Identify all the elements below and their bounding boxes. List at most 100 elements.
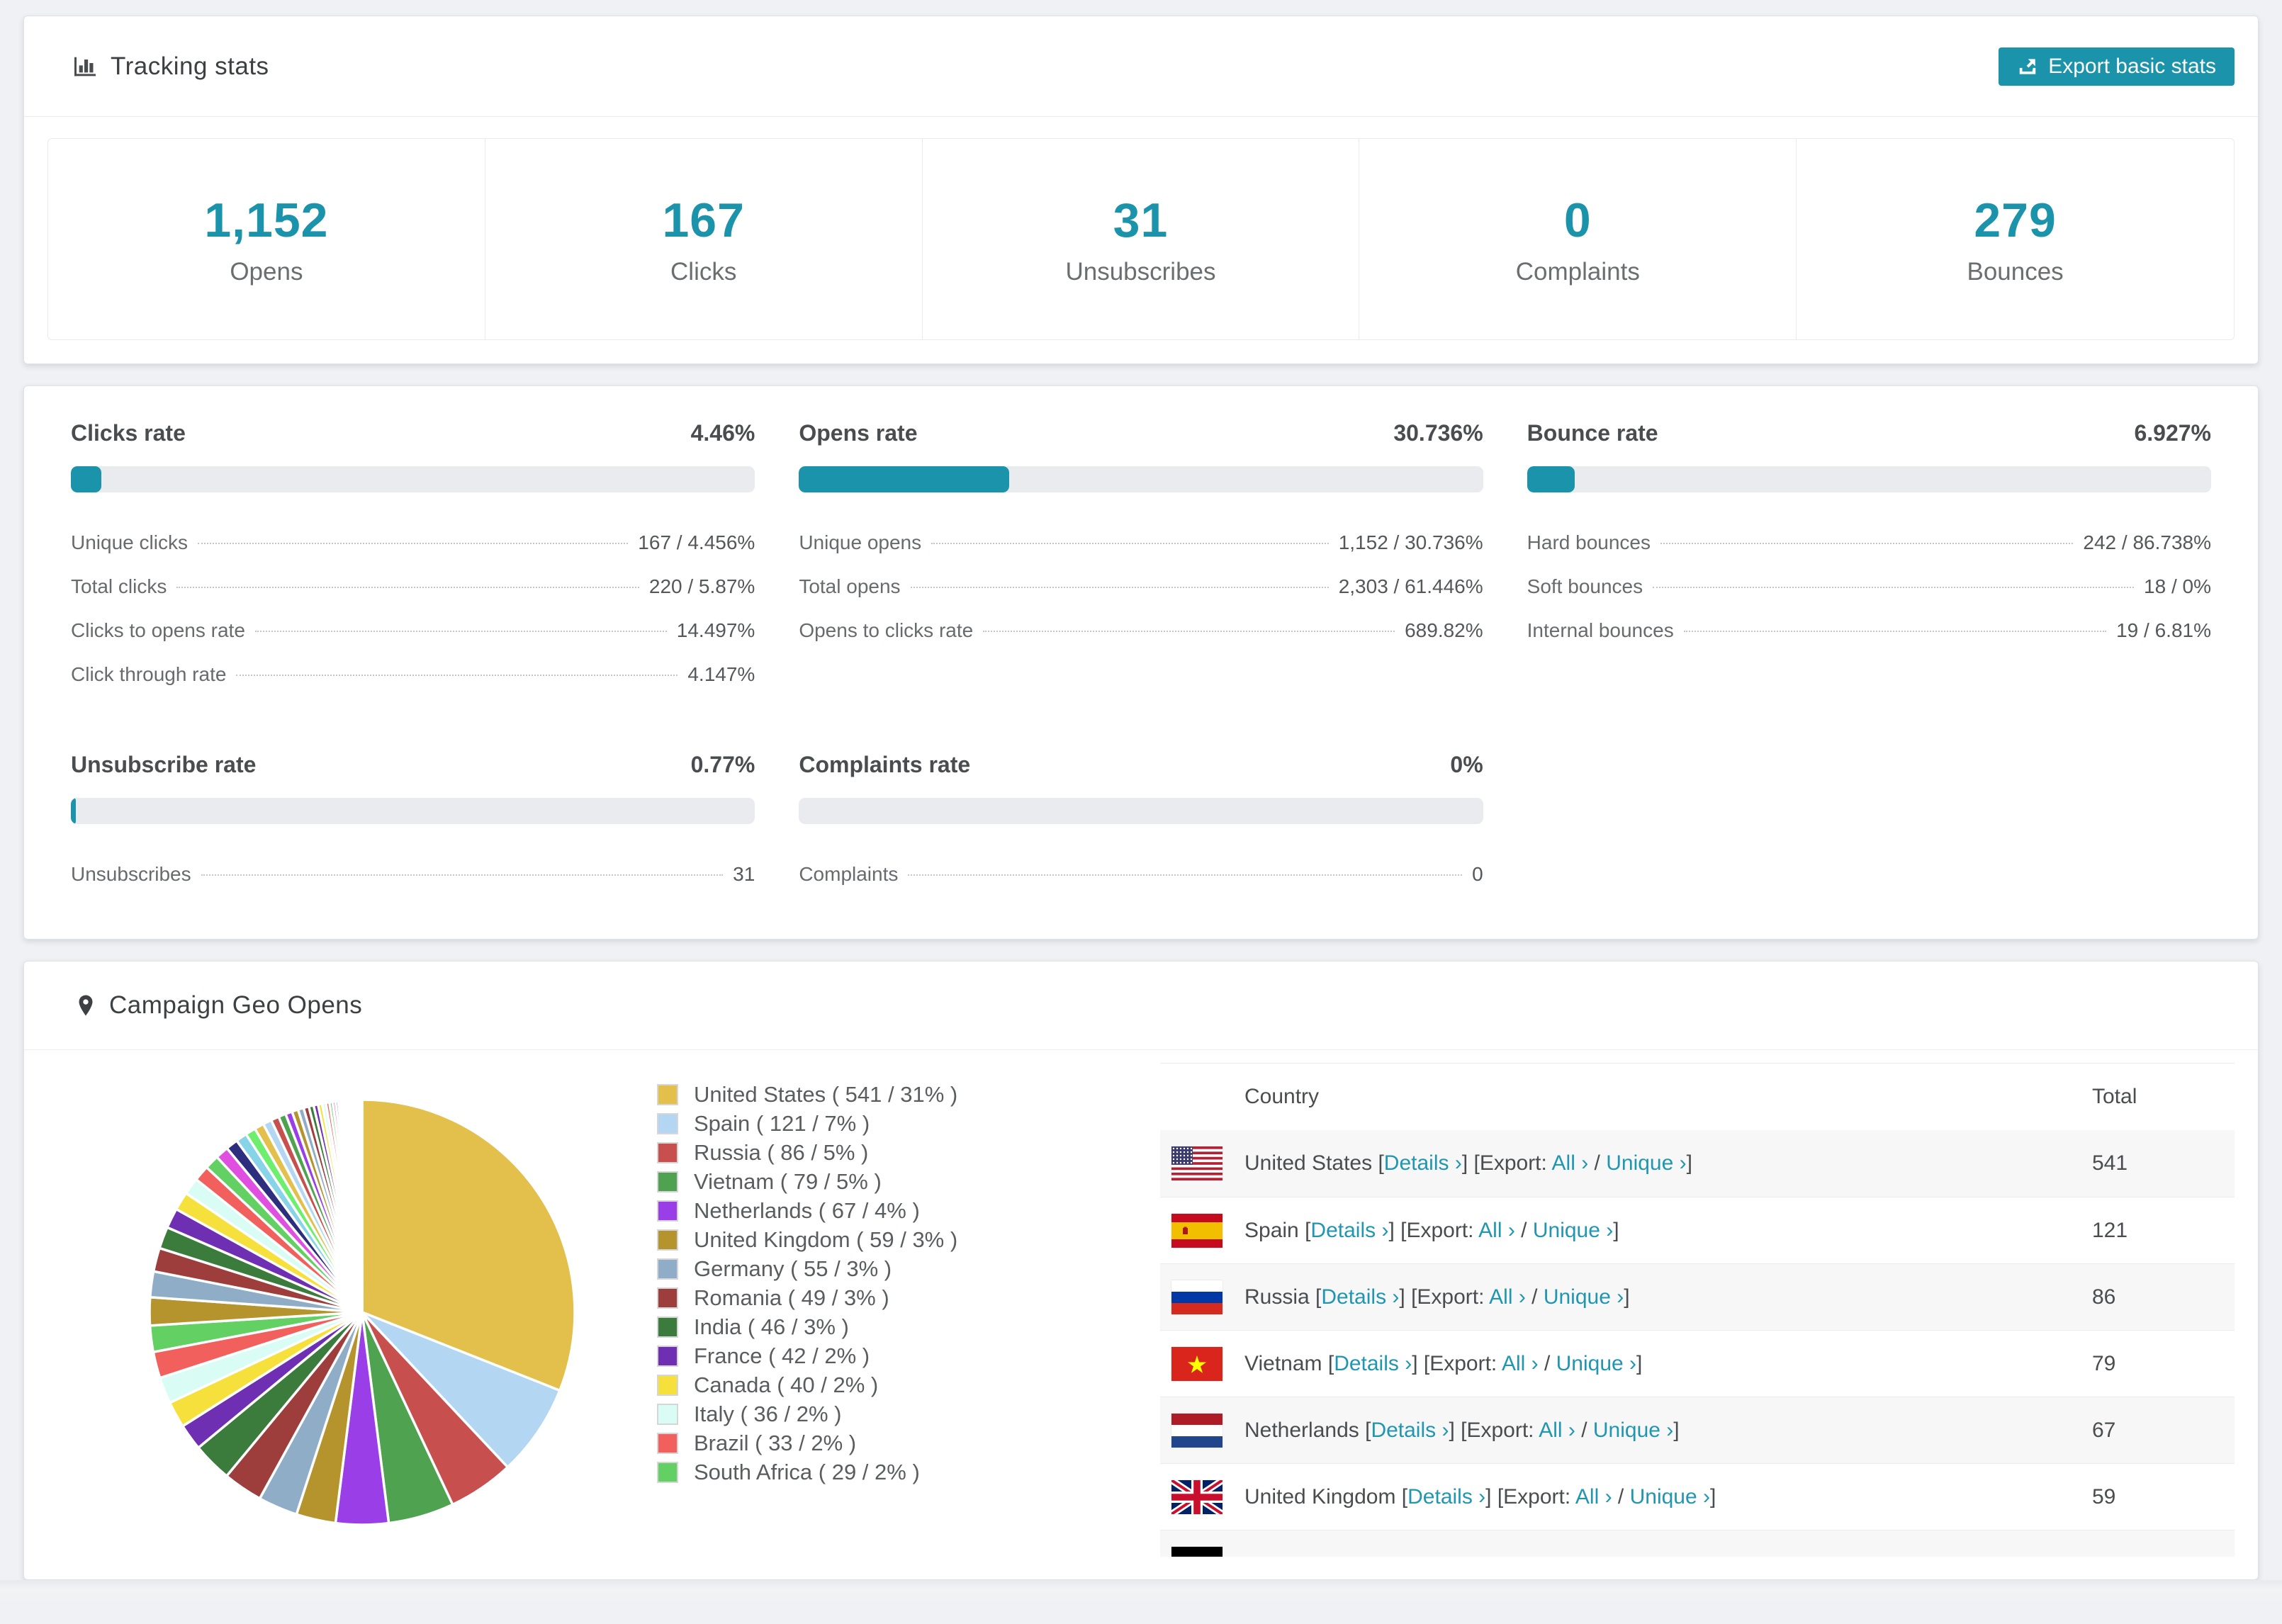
geo-table-row-united-kingdom: United Kingdom [Details ›] [Export: All … (1160, 1463, 2235, 1530)
detail-value: 19 / 6.81% (2116, 619, 2211, 641)
legend-item-russia[interactable]: Russia ( 86 / 5% ) (657, 1138, 1160, 1167)
rate-title: Clicks rate (71, 420, 186, 446)
rate-head: Complaints rate 0% (799, 752, 1483, 778)
export-unique-link[interactable]: Unique › (1593, 1419, 1673, 1442)
rate-progress-fill (1527, 466, 1575, 492)
details-link[interactable]: Details › (1310, 1219, 1388, 1242)
detail-value: 14.497% (676, 619, 755, 641)
detail-value: 689.82% (1405, 619, 1483, 641)
rate-title: Opens rate (799, 420, 918, 446)
detail-label: Internal bounces (1527, 619, 1674, 641)
legend-item-italy[interactable]: Italy ( 36 / 2% ) (657, 1399, 1160, 1428)
export-all-link[interactable]: All › (1552, 1151, 1589, 1175)
total-cell: 121 (2092, 1218, 2128, 1242)
legend-item-spain[interactable]: Spain ( 121 / 7% ) (657, 1109, 1160, 1138)
geo-table-row-spain: Spain [Details ›] [Export: All › / Uniqu… (1160, 1197, 2235, 1263)
export-unique-link[interactable]: Unique › (1630, 1485, 1710, 1509)
export-basic-stats-button[interactable]: Export basic stats (1999, 47, 2235, 86)
stat-value: 279 (1974, 193, 2057, 247)
legend-item-south-africa[interactable]: South Africa ( 29 / 2% ) (657, 1457, 1160, 1487)
export-unique-link[interactable]: Unique › (1533, 1219, 1613, 1242)
legend-label: Italy ( 36 / 2% ) (694, 1401, 842, 1426)
rate-head: Opens rate 30.736% (799, 420, 1483, 446)
export-all-link[interactable]: All › (1478, 1219, 1515, 1242)
legend-swatch (657, 1461, 678, 1483)
rates-card: Clicks rate 4.46% Unique clicks 167 / 4.… (23, 385, 2259, 940)
rate-rows: Hard bounces 242 / 86.738% Soft bounces … (1527, 521, 2211, 653)
total-cell: 541 (2092, 1151, 2128, 1175)
legend-label: Netherlands ( 67 / 4% ) (694, 1197, 920, 1223)
dotted-leader (908, 874, 1463, 876)
details-link[interactable]: Details › (1334, 1352, 1412, 1375)
geo-table-row-vietnam: Vietnam [Details ›] [Export: All › / Uni… (1160, 1330, 2235, 1397)
legend-item-france[interactable]: France ( 42 / 2% ) (657, 1341, 1160, 1370)
stat-cell-clicks: 167 Clicks (485, 139, 923, 339)
detail-label: Soft bounces (1527, 575, 1643, 597)
rate-progress-bar (71, 798, 755, 824)
detail-value: 242 / 86.738% (2083, 531, 2211, 553)
flag-de-icon (1171, 1546, 1244, 1557)
header-total: Total (2092, 1085, 2137, 1108)
detail-label: Clicks to opens rate (71, 619, 245, 641)
legend-label: France ( 42 / 2% ) (694, 1343, 870, 1368)
export-all-link[interactable]: All › (1575, 1485, 1612, 1509)
details-link[interactable]: Details › (1407, 1485, 1485, 1509)
rate-title: Complaints rate (799, 752, 971, 777)
dotted-leader (983, 631, 1395, 632)
legend-item-netherlands[interactable]: Netherlands ( 67 / 4% ) (657, 1196, 1160, 1225)
geo-table-row (1160, 1530, 2235, 1557)
stats-summary-row: 1,152 Opens 167 Clicks 31 Unsubscribes 0 Co… (47, 138, 2235, 340)
geo-table-row-netherlands: Netherlands [Details ›] [Export: All › /… (1160, 1397, 2235, 1463)
export-all-link[interactable]: All › (1489, 1285, 1526, 1309)
details-link[interactable]: Details › (1371, 1419, 1449, 1442)
stat-cell-unsubscribes: 31 Unsubscribes (923, 139, 1360, 339)
legend-item-united-states[interactable]: United States ( 541 / 31% ) (657, 1080, 1160, 1109)
legend-item-germany[interactable]: Germany ( 55 / 3% ) (657, 1254, 1160, 1283)
export-all-link[interactable]: All › (1539, 1419, 1575, 1442)
details-link[interactable]: Details › (1384, 1151, 1462, 1175)
rate-progress-bar (799, 466, 1483, 492)
detail-value: 1,152 / 30.736% (1338, 531, 1483, 553)
detail-value: 31 (733, 863, 755, 885)
tracking-stats-title: Tracking stats (111, 52, 269, 80)
dotted-leader (197, 543, 629, 544)
legend-item-romania[interactable]: Romania ( 49 / 3% ) (657, 1283, 1160, 1312)
legend-item-vietnam[interactable]: Vietnam ( 79 / 5% ) (657, 1167, 1160, 1196)
details-link[interactable]: Details › (1321, 1285, 1399, 1309)
dotted-leader (201, 874, 724, 876)
export-unique-link[interactable]: Unique › (1544, 1285, 1624, 1309)
geo-pie-chart (47, 1050, 657, 1556)
total-cell: 67 (2092, 1418, 2116, 1442)
legend-item-canada[interactable]: Canada ( 40 / 2% ) (657, 1370, 1160, 1399)
export-icon (2017, 56, 2038, 77)
tracking-stats-card: Tracking stats Export basic stats 1,152 … (23, 16, 2259, 364)
legend-swatch (657, 1083, 678, 1105)
detail-label: Click through rate (71, 663, 227, 685)
rate-progress-fill (799, 466, 1010, 492)
legend-swatch (657, 1316, 678, 1338)
bar-chart-icon (71, 52, 99, 81)
detail-value: 0 (1472, 863, 1483, 885)
stat-label: Complaints (1515, 257, 1640, 286)
export-unique-link[interactable]: Unique › (1556, 1352, 1636, 1375)
export-unique-link[interactable]: Unique › (1606, 1151, 1686, 1175)
header-country: Country (1244, 1085, 1320, 1108)
legend-swatch (657, 1345, 678, 1367)
geo-table-row-united-states: United States [Details ›] [Export: All ›… (1160, 1130, 2235, 1197)
export-all-link[interactable]: All › (1502, 1352, 1539, 1375)
legend-swatch (657, 1374, 678, 1396)
country-cell: Russia [Details ›] [Export: All › / Uniq… (1244, 1285, 1630, 1309)
legend-label: Romania ( 49 / 3% ) (694, 1285, 889, 1310)
geo-opens-card: Campaign Geo Opens United States ( 541 /… (23, 961, 2259, 1580)
legend-item-india[interactable]: India ( 46 / 3% ) (657, 1312, 1160, 1341)
legend-label: India ( 46 / 3% ) (694, 1314, 849, 1339)
rate-value: 4.46% (690, 420, 755, 446)
pie-slice (360, 1098, 364, 1314)
flag-gb-icon (1171, 1479, 1244, 1514)
rate-detail-row: Opens to clicks rate 689.82% (799, 609, 1483, 653)
rate-block-bounce-rate: Bounce rate 6.927% Hard bounces 242 / 86… (1527, 420, 2211, 697)
legend-item-united-kingdom[interactable]: United Kingdom ( 59 / 3% ) (657, 1225, 1160, 1254)
dotted-leader (1660, 543, 2074, 544)
legend-item-brazil[interactable]: Brazil ( 33 / 2% ) (657, 1428, 1160, 1457)
detail-value: 4.147% (687, 663, 755, 685)
